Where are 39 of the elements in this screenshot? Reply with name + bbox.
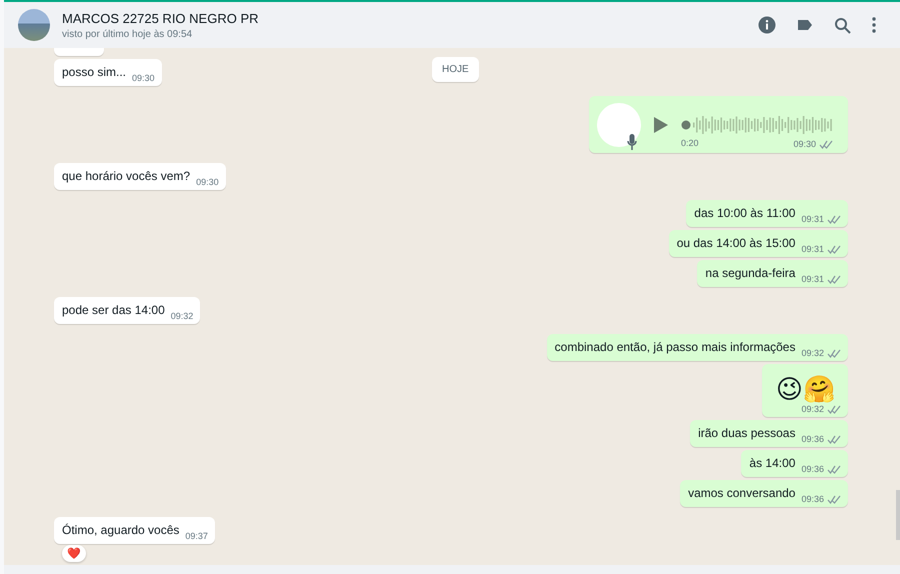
message-text: combinado então, já passo mais informações	[554, 340, 796, 356]
scrollbar[interactable]	[896, 490, 900, 540]
message-time: 09:36	[801, 434, 824, 444]
microphone-icon	[627, 134, 637, 150]
message-time: 09:32	[801, 404, 824, 414]
menu-icon[interactable]	[872, 17, 876, 33]
search-icon[interactable]	[834, 16, 851, 34]
info-icon[interactable]	[758, 16, 776, 34]
last-seen-text: visto por último hoje às 09:54	[62, 28, 194, 40]
message-time: 09:31	[801, 244, 824, 254]
message-time: 09:37	[185, 531, 208, 541]
play-icon[interactable]	[653, 116, 669, 134]
message-text: irão duas pessoas	[698, 426, 796, 442]
message-time: 09:36	[801, 464, 824, 474]
message-time: 09:30	[132, 73, 155, 83]
date-chip: HOJE	[432, 57, 479, 82]
emoji-text: 😉🤗	[774, 373, 836, 404]
message-time: 09:31	[801, 214, 824, 224]
message-text: que horário vocês vem?	[62, 169, 190, 185]
contact-name: MARCOS 22725 RIO NEGRO PR	[62, 10, 260, 26]
message-text: às 14:00	[749, 456, 796, 472]
message-text: posso sim...	[62, 65, 126, 81]
message-time: 09:31	[801, 274, 824, 284]
reaction-badge[interactable]: ❤	[62, 545, 86, 562]
message-text: pode ser das 14:00	[62, 303, 165, 319]
message-time: 09:30	[196, 177, 219, 187]
message-text: das 10:00 às 11:00	[694, 206, 796, 222]
waveform-drawing[interactable]	[681, 116, 833, 134]
message-time: 09:30	[793, 139, 816, 149]
contact-avatar[interactable]	[18, 9, 50, 41]
message-text: vamos conversando	[688, 486, 796, 502]
message-text: ou das 14:00 às 15:00	[676, 236, 796, 252]
label-icon[interactable]	[797, 19, 813, 31]
message-time: 09:32	[170, 311, 194, 321]
audio-duration: 0:20	[681, 138, 699, 148]
message-text: na segunda-feira	[705, 266, 796, 282]
message-text: Ótimo, aguardo vocês	[62, 523, 180, 539]
message-time: 09:32	[801, 348, 824, 358]
message-time: 09:36	[801, 494, 824, 504]
